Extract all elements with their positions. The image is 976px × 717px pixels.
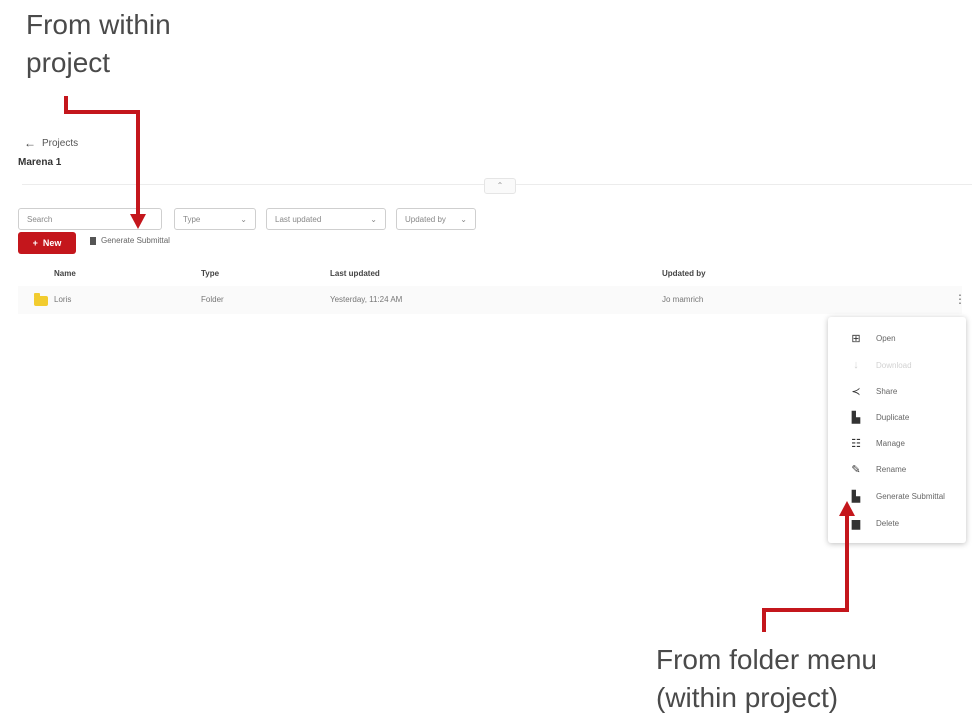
cell-type: Folder	[201, 295, 224, 304]
annotation-bottom-line1: From folder menu	[656, 644, 877, 675]
cell-updated-by: Jo mamrich	[662, 295, 704, 304]
more-options-icon[interactable]: ⋮	[954, 292, 966, 306]
updated-by-filter-select[interactable]: Updated by ⌄	[396, 208, 476, 230]
share-icon: ≺	[851, 385, 861, 398]
menu-item-manage[interactable]: ☷ Manage	[828, 432, 966, 454]
last-updated-filter-label: Last updated	[275, 214, 322, 224]
chevron-down-icon: ⌄	[370, 214, 377, 224]
menu-item-generate-submittal[interactable]: ▙ Generate Submittal	[828, 485, 966, 507]
chevron-down-icon: ⌄	[460, 214, 467, 224]
open-icon: ⊞	[851, 332, 861, 345]
menu-item-rename[interactable]: ✎ Rename	[828, 458, 966, 480]
menu-item-open[interactable]: ⊞ Open	[828, 327, 966, 349]
rename-icon: ✎	[851, 463, 861, 476]
menu-item-share[interactable]: ≺ Share	[828, 380, 966, 402]
menu-item-label: Rename	[876, 464, 907, 474]
back-link[interactable]: ← Projects	[24, 136, 78, 150]
menu-item-label: Generate Submittal	[876, 491, 945, 501]
download-icon: ↓	[853, 359, 859, 371]
search-input[interactable]: Search	[18, 208, 162, 230]
generate-icon: ▙	[851, 490, 861, 503]
back-arrow-icon: ←	[24, 136, 36, 150]
generate-submittal-label: Generate Submittal	[101, 236, 170, 245]
delete-icon: ▆	[851, 517, 861, 530]
menu-item-label: Download	[876, 360, 912, 370]
menu-item-label: Manage	[876, 438, 905, 448]
cell-last-updated: Yesterday, 11:24 AM	[330, 295, 403, 304]
menu-item-download[interactable]: ↓ Download	[828, 354, 966, 376]
generate-submittal-button[interactable]: Generate Submittal	[90, 236, 170, 245]
menu-item-label: Open	[876, 333, 896, 343]
menu-item-label: Share	[876, 386, 898, 396]
type-filter-select[interactable]: Type ⌄	[174, 208, 256, 230]
menu-item-label: Delete	[876, 518, 900, 528]
cell-name: Loris	[54, 295, 72, 304]
manage-icon: ☷	[851, 437, 861, 450]
menu-item-delete[interactable]: ▆ Delete	[828, 512, 966, 534]
annotation-folder-menu: From folder menu (within project)	[656, 641, 877, 717]
type-filter-label: Type	[183, 214, 201, 224]
plus-icon: +	[32, 238, 38, 248]
column-header-last-updated[interactable]: Last updated	[330, 269, 380, 278]
duplicate-icon: ▙	[851, 411, 861, 424]
annotation-top-line1: From within	[26, 9, 171, 40]
annotation-bottom-line2: (within project)	[656, 682, 839, 713]
new-button[interactable]: + New	[18, 232, 76, 254]
updated-by-filter-label: Updated by	[405, 214, 446, 224]
annotation-within-project: From within project	[26, 6, 171, 82]
new-button-label: New	[42, 238, 62, 248]
folder-icon	[34, 293, 48, 306]
page-title: Marena 1	[18, 157, 62, 168]
column-header-type[interactable]: Type	[201, 269, 219, 278]
back-label: Projects	[42, 137, 79, 149]
column-header-updated-by[interactable]: Updated by	[662, 269, 706, 278]
folder-context-menu: ⊞ Open ↓ Download ≺ Share ▙ Duplicate ☷ …	[828, 317, 966, 543]
document-icon	[90, 236, 96, 245]
search-placeholder: Search	[27, 214, 53, 224]
menu-item-label: Duplicate	[876, 412, 910, 422]
chevron-down-icon: ⌄	[240, 214, 247, 224]
column-header-name[interactable]: Name	[54, 269, 76, 278]
menu-item-duplicate[interactable]: ▙ Duplicate	[828, 406, 966, 428]
last-updated-filter-select[interactable]: Last updated ⌄	[266, 208, 386, 230]
table-row[interactable]: Loris Folder Yesterday, 11:24 AM Jo mamr…	[18, 286, 966, 314]
project-view: ← Projects Marena 1 ⌃ Search Type ⌄ Last…	[14, 128, 972, 528]
annotation-top-line2: project	[26, 47, 111, 78]
collapse-handle[interactable]: ⌃	[484, 178, 516, 194]
